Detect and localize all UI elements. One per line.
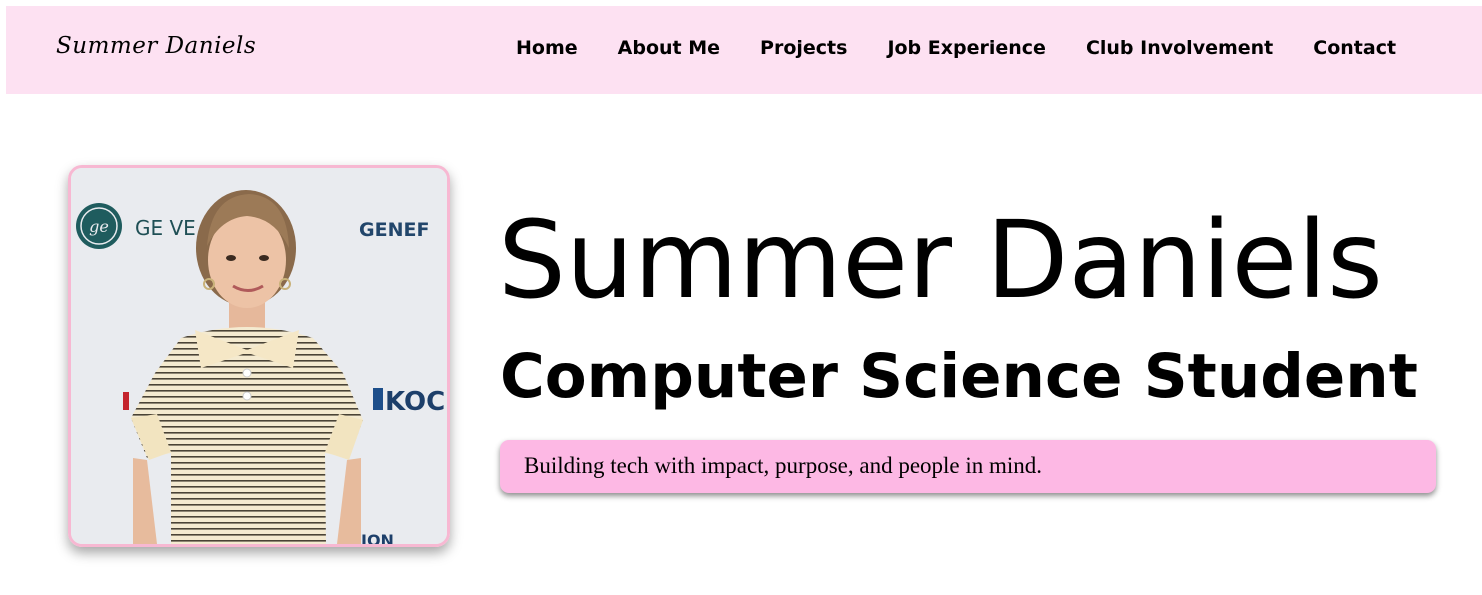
backdrop-text-bottom: ION: [361, 531, 394, 544]
tagline-text: Building tech with impact, purpose, and …: [524, 453, 1043, 478]
profile-photo-illustration: ge GE VE GENEF KOC ION: [71, 168, 447, 544]
tagline-box: Building tech with impact, purpose, and …: [500, 440, 1436, 493]
nav-link-club-involvement[interactable]: Club Involvement: [1086, 37, 1273, 59]
nav-link-home[interactable]: Home: [516, 37, 578, 59]
backdrop-text-mid: KOC: [385, 387, 445, 417]
brand-logo[interactable]: Summer Daniels: [56, 33, 256, 59]
nav-link-projects[interactable]: Projects: [760, 37, 847, 59]
nav-link-about-me[interactable]: About Me: [618, 37, 720, 59]
profile-photo: ge GE VE GENEF KOC ION: [68, 165, 450, 547]
svg-text:ge: ge: [89, 217, 109, 236]
backdrop-text-left: GE VE: [135, 216, 196, 240]
nav-link-contact[interactable]: Contact: [1313, 37, 1396, 59]
backdrop-text-right: GENEF: [359, 219, 429, 241]
top-navbar: Summer Daniels Home About Me Projects Jo…: [6, 6, 1482, 94]
nav-link-job-experience[interactable]: Job Experience: [887, 37, 1046, 59]
hero-title: Computer Science Student: [500, 341, 1418, 412]
nav-links: Home About Me Projects Job Experience Cl…: [516, 37, 1396, 59]
hero-name: Summer Daniels: [498, 199, 1383, 323]
